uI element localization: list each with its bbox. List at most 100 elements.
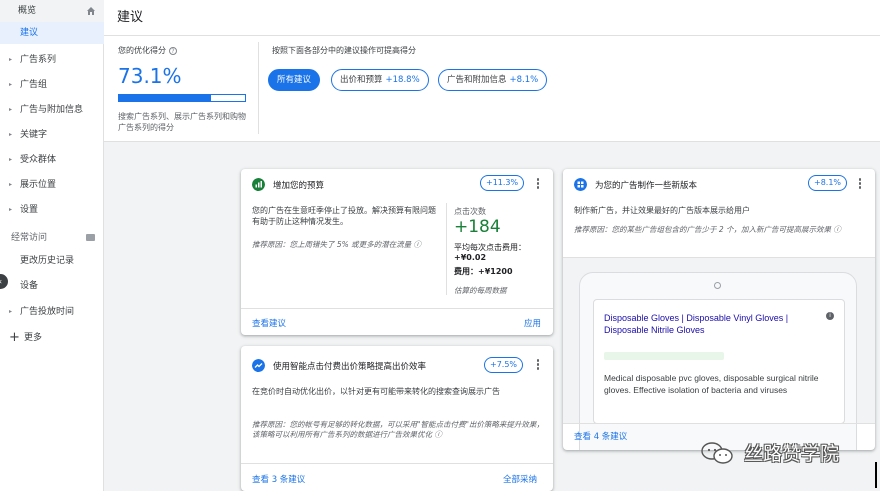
sidebar-item-settings[interactable]: ▸ 设置	[0, 199, 104, 221]
ad-headline: Disposable Gloves | Disposable Vinyl Glo…	[604, 313, 789, 335]
sidebar-item-more[interactable]: + 更多	[0, 327, 104, 349]
uplift-badge: +8.1%	[808, 175, 848, 191]
more-vert-icon[interactable]	[858, 178, 862, 190]
sidebar-item-label: 广告投放时间	[20, 307, 75, 317]
sidebar-item-ad-schedule[interactable]: ▸ 广告投放时间	[0, 301, 104, 323]
expand-arrow-icon: ▸	[9, 81, 13, 88]
chip-label: 广告和附加信息	[447, 75, 507, 85]
card-reason: 推荐原因：您上周错失了 5% 或更多的潜在流量 ⓘ	[252, 240, 422, 249]
chip-label: 所有建议	[277, 75, 312, 85]
sidebar-item-audiences[interactable]: ▸ 受众群体	[0, 149, 104, 171]
uplift-badge: +11.3%	[480, 175, 525, 191]
ad-description: Medical disposable pvc gloves, disposabl…	[604, 373, 819, 395]
card-title: 增加您的预算	[273, 181, 325, 191]
metric-value: +184	[454, 217, 501, 237]
sidebar-item-label: 更改历史记录	[20, 256, 75, 266]
expand-arrow-icon: ▸	[9, 308, 13, 315]
more-vert-icon[interactable]	[536, 359, 540, 371]
divider	[446, 203, 447, 295]
view-recommendation-link[interactable]: 查看建议	[252, 317, 286, 329]
divider	[241, 463, 553, 464]
info-icon[interactable]: i	[826, 312, 834, 320]
expand-arrow-icon: ▸	[9, 156, 13, 163]
sidebar-item-label: 广告组	[20, 80, 48, 90]
more-vert-icon[interactable]	[536, 178, 540, 190]
phone-camera-icon	[714, 282, 721, 289]
card-reason: 推荐原因：您的帐号有足够的转化数据，可以采用"智能点击付费"出价策略来提升效果，…	[252, 420, 544, 439]
recommendation-card-new-ads: 为您的广告制作一些新版本 +8.1% 制作新广告，并让效果最好的广告版本展示给用…	[563, 169, 875, 450]
sidebar-item-change-history[interactable]: 更改历史记录	[0, 250, 104, 272]
card-title: 使用智能点击付费出价策略提高出价效率	[273, 362, 427, 372]
sidebar-section-frequent: 经常访问	[0, 227, 104, 249]
card-description: 制作新广告，并让效果最好的广告版本展示给用户	[574, 206, 750, 215]
watermark-text: 丝路赞学院	[744, 443, 840, 465]
ad-units-icon	[574, 178, 587, 191]
sidebar-item-ads-extensions[interactable]: ▸ 广告与附加信息	[0, 99, 104, 121]
optimization-score-panel: 您的优化得分? 73.1% 搜索广告系列、展示广告系列和购物广告系列的得分 按照…	[104, 36, 880, 142]
expand-arrow-icon: ▸	[9, 181, 13, 188]
sidebar-item-placements[interactable]: ▸ 展示位置	[0, 174, 104, 196]
chevron-left-icon: ‹	[0, 277, 2, 286]
bar-chart-icon	[252, 178, 265, 191]
divider	[241, 308, 553, 309]
expand-arrow-icon: ▸	[9, 106, 13, 113]
sidebar-item-label: 关键字	[20, 130, 48, 140]
chip-label: 出价和预算	[340, 75, 383, 85]
comment-icon[interactable]	[86, 234, 95, 241]
ad-url-blurred	[604, 352, 724, 360]
recommendation-card-budget: 增加您的预算 +11.3% 您的广告在生意旺季停止了投放。解决预算有限问题有助于…	[241, 169, 553, 335]
metric-label: 点击次数	[454, 207, 486, 216]
sidebar-item-ad-groups[interactable]: ▸ 广告组	[0, 74, 104, 96]
text-cursor	[875, 462, 877, 488]
sidebar-item-keywords[interactable]: ▸ 关键字	[0, 124, 104, 146]
trending-up-icon	[252, 359, 265, 372]
sidebar-item-label: 展示位置	[20, 180, 57, 190]
card-title: 为您的广告制作一些新版本	[595, 181, 698, 191]
apply-all-button[interactable]: 全部采纳	[503, 473, 537, 485]
score-progress-bar	[118, 94, 246, 102]
divider	[258, 42, 259, 134]
sidebar-item-recommendations[interactable]: 建议	[0, 22, 104, 44]
page-header: 建议	[104, 0, 880, 36]
view-recommendations-link[interactable]: 查看 3 条建议	[252, 473, 305, 485]
estimate-note: 估算的每周数据	[454, 286, 507, 295]
sidebar-item-overview[interactable]: 概览	[0, 0, 104, 22]
apply-button[interactable]: 应用	[524, 317, 541, 329]
score-label: 您的优化得分?	[118, 45, 177, 56]
chip-all-recommendations[interactable]: 所有建议	[268, 69, 321, 91]
chip-ads-extensions[interactable]: 广告和附加信息 +8.1%	[438, 69, 548, 91]
score-value: 73.1%	[118, 64, 182, 88]
recommendation-card-bidding: 使用智能点击付费出价策略提高出价效率 +7.5% 在竞价时自动优化出价，以针对更…	[241, 346, 553, 491]
expand-arrow-icon: ▸	[9, 131, 13, 138]
expand-arrow-icon: ▸	[9, 56, 13, 63]
home-icon	[87, 7, 95, 15]
view-recommendations-link[interactable]: 查看 4 条建议	[574, 430, 627, 442]
filter-title: 按照下面各部分中的建议操作可提高得分	[272, 46, 416, 55]
score-label-text: 您的优化得分	[118, 46, 166, 55]
avg-cpc-label: 平均每次点击费用：	[454, 243, 526, 252]
sidebar-item-campaigns[interactable]: ▸ 广告系列	[0, 49, 104, 71]
sidebar-item-label: 更多	[24, 333, 43, 343]
chip-pct: +8.1%	[509, 75, 539, 85]
card-description: 在竞价时自动优化出价，以针对更有可能带来转化的搜索查询展示广告	[252, 387, 500, 396]
expand-arrow-icon: ▸	[9, 206, 13, 213]
plus-icon: +	[9, 330, 20, 345]
ad-preview: Disposable Gloves | Disposable Vinyl Glo…	[593, 299, 845, 424]
score-progress-fill	[119, 95, 212, 101]
sidebar-item-label: 设备	[20, 281, 39, 291]
chip-bids-budgets[interactable]: 出价和预算 +18.8%	[331, 69, 429, 91]
card-description: 您的广告在生意旺季停止了投放。解决预算有限问题有助于防止这种情况发生。	[252, 206, 436, 226]
sidebar-item-devices[interactable]: 设备	[0, 275, 104, 297]
sidebar: 概览 建议 ▸ 广告系列 ▸ 广告组 ▸ 广告与附加信息 ▸ 关键字 ▸ 受众群…	[0, 0, 104, 491]
sidebar-item-label: 广告与附加信息	[20, 105, 84, 115]
divider	[563, 423, 875, 424]
score-description: 搜索广告系列、展示广告系列和购物广告系列的得分	[118, 112, 246, 132]
sidebar-item-label: 概览	[18, 6, 37, 16]
cost-value: 费用：+¥1200	[454, 267, 513, 276]
sidebar-item-label: 建议	[20, 28, 39, 38]
sidebar-section-label: 经常访问	[11, 233, 48, 243]
card-reason: 推荐原因：您的某些广告组包含的广告少于 2 个，加入新广告可提高展示效果 ⓘ	[574, 225, 841, 234]
sidebar-item-label: 广告系列	[20, 55, 57, 65]
chip-pct: +18.8%	[385, 75, 420, 85]
help-icon[interactable]: ?	[169, 46, 177, 55]
